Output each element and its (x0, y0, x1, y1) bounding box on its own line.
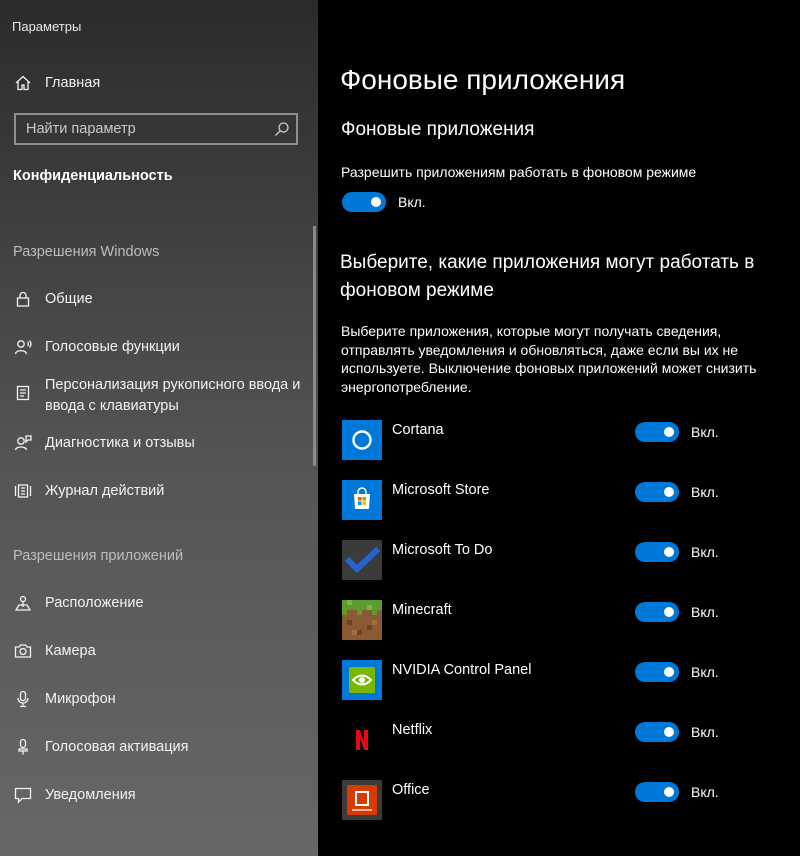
microsoft-todo-toggle[interactable] (635, 542, 679, 562)
store-icon (342, 480, 382, 520)
notifications-icon (14, 786, 32, 804)
sidebar-item-label: Журнал действий (45, 482, 165, 499)
toggle-knob (664, 487, 674, 497)
cortana-icon (342, 420, 382, 460)
microsoft-store-toggle[interactable] (635, 482, 679, 502)
allow-background-label: Разрешить приложениям работать в фоновом… (341, 164, 697, 180)
app-name: Minecraft (392, 602, 452, 618)
allow-background-state: Вкл. (398, 194, 426, 210)
sidebar-item-label: Микрофон (45, 690, 116, 707)
toggle-state: Вкл. (691, 664, 719, 680)
app-name: Netflix (392, 722, 433, 738)
app-row-microsoft-store: Microsoft Store Вкл. (318, 480, 800, 524)
nvidia-toggle[interactable] (635, 662, 679, 682)
search-input[interactable] (16, 115, 276, 143)
toggle-state: Вкл. (691, 544, 719, 560)
app-permissions-header: Разрешения приложений (13, 548, 184, 564)
app-name: Office (392, 782, 430, 798)
netflix-icon (342, 720, 382, 760)
sidebar-scrollbar[interactable] (313, 226, 316, 466)
app-name: Cortana (392, 422, 444, 438)
toggle-knob (664, 547, 674, 557)
sidebar-item-general[interactable]: Общие (0, 279, 318, 319)
sidebar-item-label: Уведомления (45, 786, 136, 803)
home-icon (14, 74, 32, 92)
toggle-knob (664, 787, 674, 797)
office-icon (342, 780, 382, 820)
cortana-toggle[interactable] (635, 422, 679, 442)
activity-history-icon (14, 482, 32, 500)
speech-icon (14, 338, 32, 356)
category-title: Конфиденциальность (13, 168, 173, 184)
app-row-nvidia: NVIDIA Control Panel Вкл. (318, 660, 800, 704)
toggle-state: Вкл. (691, 784, 719, 800)
nvidia-icon (342, 660, 382, 700)
inking-icon (14, 384, 32, 402)
toggle-state: Вкл. (691, 484, 719, 500)
sidebar-item-home[interactable]: Главная (0, 63, 318, 103)
microphone-icon (14, 690, 32, 708)
windows-permissions-header: Разрешения Windows (13, 244, 160, 260)
sidebar-item-inking[interactable]: Персонализация рукописного ввода и ввода… (0, 373, 318, 419)
choose-apps-title: Выберите, какие приложения могут работат… (340, 252, 755, 301)
minecraft-toggle[interactable] (635, 602, 679, 622)
sidebar-item-activity[interactable]: Журнал действий (0, 471, 318, 511)
office-toggle[interactable] (635, 782, 679, 802)
toggle-state: Вкл. (691, 724, 719, 740)
window-title: Параметры (12, 19, 82, 34)
app-row-minecraft: Minecraft Вкл. (318, 600, 800, 644)
sidebar-item-microphone[interactable]: Микрофон (0, 679, 318, 719)
main-content: Фоновые приложения Фоновые приложения Ра… (318, 0, 800, 856)
app-name: Microsoft Store (392, 482, 490, 498)
sidebar-item-label: Диагностика и отзывы (45, 434, 195, 451)
app-row-netflix: Netflix Вкл. (318, 720, 800, 764)
toggle-state: Вкл. (691, 604, 719, 620)
toggle-knob (664, 667, 674, 677)
location-icon (14, 594, 32, 612)
search-box (14, 113, 298, 145)
toggle-knob (371, 197, 381, 207)
minecraft-icon (342, 600, 382, 640)
toggle-knob (664, 607, 674, 617)
camera-icon (14, 642, 32, 660)
sidebar: Параметры Главная Конфиденциальность Раз… (0, 0, 318, 856)
app-name: Microsoft To Do (392, 542, 493, 558)
lock-icon (14, 290, 32, 308)
search-icon[interactable] (274, 121, 290, 137)
sidebar-item-speech[interactable]: Голосовые функции (0, 327, 318, 367)
netflix-toggle[interactable] (635, 722, 679, 742)
sidebar-item-label: Камера (45, 642, 96, 659)
sidebar-item-label: Общие (45, 290, 93, 307)
app-name: NVIDIA Control Panel (392, 662, 532, 678)
sidebar-item-diagnostics[interactable]: Диагностика и отзывы (0, 423, 318, 463)
sidebar-item-notifications[interactable]: Уведомления (0, 775, 318, 815)
feedback-icon (14, 434, 32, 452)
sidebar-item-label: Главная (45, 74, 101, 91)
sidebar-item-camera[interactable]: Камера (0, 631, 318, 671)
app-row-cortana: Cortana Вкл. (318, 420, 800, 464)
sidebar-item-label: Расположение (45, 594, 144, 611)
sidebar-item-label: Персонализация рукописного ввода и ввода… (45, 377, 301, 414)
todo-icon (342, 540, 382, 580)
sidebar-item-label: Голосовые функции (45, 338, 180, 355)
toggle-knob (664, 727, 674, 737)
section-title: Фоновые приложения (341, 119, 535, 140)
sidebar-item-label: Голосовая активация (45, 738, 189, 755)
app-row-office: Office Вкл. (318, 780, 800, 824)
sidebar-item-location[interactable]: Расположение (0, 583, 318, 623)
toggle-knob (664, 427, 674, 437)
choose-apps-description: Выберите приложения, которые могут получ… (341, 323, 757, 395)
allow-background-toggle[interactable] (342, 192, 386, 212)
voice-activation-icon (14, 738, 32, 756)
app-row-microsoft-todo: Microsoft To Do Вкл. (318, 540, 800, 584)
toggle-state: Вкл. (691, 424, 719, 440)
page-title: Фоновые приложения (340, 64, 626, 95)
sidebar-item-voice-activation[interactable]: Голосовая активация (0, 727, 318, 767)
